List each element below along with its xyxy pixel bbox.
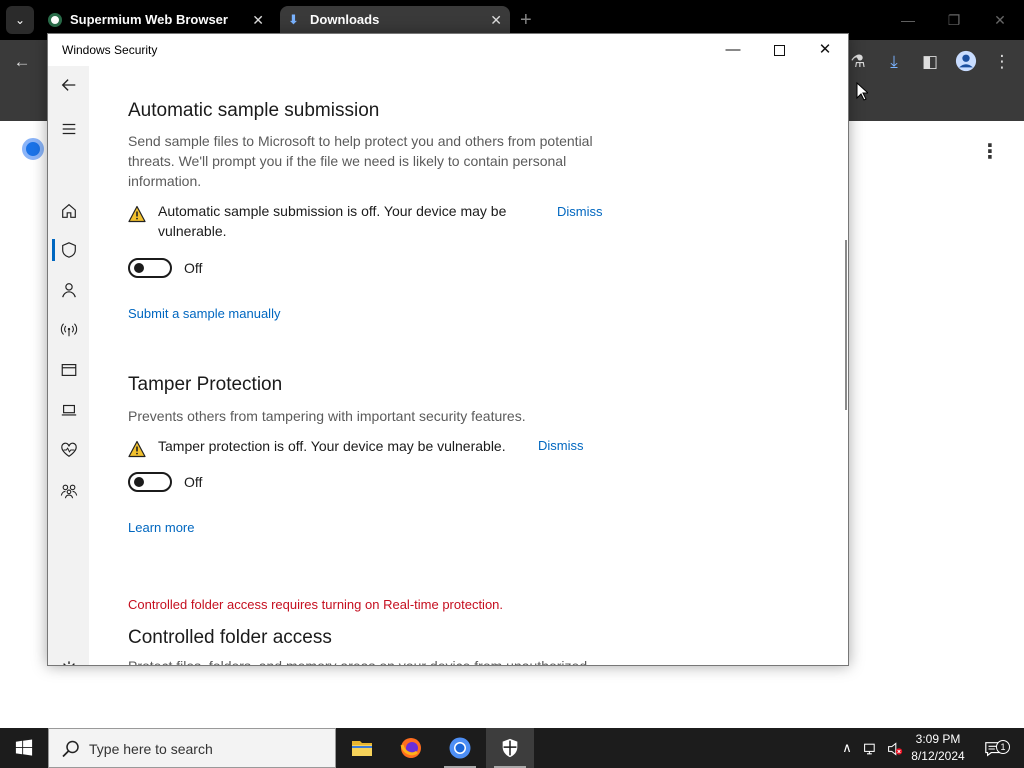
tab-label: Supermium Web Browser (70, 12, 228, 27)
labs-flask-icon[interactable]: ⚗ (846, 50, 870, 74)
browser-close-button[interactable]: ✕ (980, 6, 1020, 34)
section-description: Protect files, folders, and memory areas… (128, 658, 588, 666)
shield-icon[interactable] (48, 233, 89, 267)
notification-center-icon[interactable]: 1 (978, 728, 1010, 768)
person-icon[interactable] (48, 273, 89, 307)
back-icon[interactable]: ← (10, 50, 34, 74)
tab-close-icon[interactable]: ✕ (252, 6, 264, 34)
family-icon[interactable] (48, 474, 89, 508)
home-icon[interactable] (48, 194, 89, 228)
browser-logo-icon (48, 13, 62, 27)
mouse-cursor-icon (856, 82, 868, 101)
sample-submission-toggle[interactable] (128, 258, 172, 278)
download-icon[interactable]: ⤓ (882, 50, 906, 74)
tab-search-button[interactable]: ⌄ (6, 6, 34, 34)
browser-restore-button[interactable]: ❐ (934, 6, 974, 34)
toggle-knob (134, 263, 144, 273)
chromium-logo-icon (22, 138, 44, 160)
clock[interactable]: 3:09 PM 8/12/2024 (906, 731, 970, 765)
clock-date: 8/12/2024 (911, 749, 965, 763)
toggle-state-label: Off (184, 474, 203, 490)
toggle-knob (134, 477, 144, 487)
app-browser-icon[interactable] (48, 353, 89, 387)
taskbar-search[interactable]: Type here to search (48, 728, 336, 768)
profile-avatar-icon[interactable] (954, 50, 978, 74)
tab-downloads[interactable]: ⬇ Downloads ✕ (280, 6, 510, 34)
section-description: Send sample files to Microsoft to help p… (128, 133, 593, 189)
tab-label: Downloads (310, 12, 380, 27)
section-title: Tamper Protection (128, 374, 283, 395)
nav-rail (48, 66, 89, 665)
submit-sample-link[interactable]: Submit a sample manually (128, 306, 280, 321)
page-more-menu-icon[interactable]: ⋮ (980, 139, 1000, 164)
learn-more-link[interactable]: Learn more (128, 520, 194, 535)
volume-muted-icon[interactable] (884, 728, 906, 768)
gear-icon[interactable] (48, 652, 89, 665)
section-description: Prevents others from tampering with impo… (128, 408, 526, 424)
close-button[interactable]: ✕ (802, 34, 848, 66)
tab-supermium[interactable]: Supermium Web Browser ✕ (40, 6, 272, 34)
section-title: Controlled folder access (128, 627, 332, 648)
warning-icon (128, 440, 146, 458)
notification-count-badge: 1 (996, 740, 1010, 754)
download-icon: ⬇ (288, 12, 299, 27)
firefox-icon[interactable] (387, 728, 435, 768)
network-icon[interactable] (860, 728, 882, 768)
scrollbar[interactable] (845, 240, 847, 410)
file-explorer-icon[interactable] (338, 728, 386, 768)
clock-time: 3:09 PM (915, 732, 961, 746)
browser-minimize-button[interactable]: — (888, 6, 928, 34)
section-title: Automatic sample submission (128, 100, 380, 121)
warning-text: Tamper protection is off. Your device ma… (158, 438, 506, 454)
start-button[interactable] (0, 728, 48, 768)
warning-message: Tamper protection is off. Your device ma… (128, 436, 548, 458)
windows-security-icon[interactable] (486, 728, 534, 768)
dismiss-link[interactable]: Dismiss (557, 204, 603, 219)
hamburger-menu-icon[interactable] (48, 112, 89, 146)
search-icon (62, 740, 79, 758)
chromium-icon[interactable] (436, 728, 484, 768)
laptop-icon[interactable] (48, 393, 89, 427)
side-panel-icon[interactable]: ◧ (918, 50, 942, 74)
health-heart-icon[interactable] (48, 433, 89, 467)
title-bar: Windows Security — ✕ (48, 34, 848, 66)
wireless-icon[interactable] (48, 313, 89, 347)
new-tab-button[interactable]: + (520, 6, 532, 34)
warning-icon (128, 205, 146, 223)
realtime-protection-error: Controlled folder access requires turnin… (128, 597, 504, 612)
tamper-protection-toggle[interactable] (128, 472, 172, 492)
tab-close-icon[interactable]: ✕ (490, 6, 502, 34)
window-title: Windows Security (62, 43, 158, 57)
tray-chevron-icon[interactable]: ∧ (836, 728, 858, 768)
warning-text: Automatic sample submission is off. Your… (158, 203, 507, 239)
warning-message: Automatic sample submission is off. Your… (128, 201, 608, 245)
minimize-button[interactable]: — (710, 34, 756, 66)
settings-content: Automatic sample submission Send sample … (128, 66, 828, 666)
taskbar: Type here to search ∧ 3:09 PM 8/12/2024 … (0, 728, 1024, 768)
search-placeholder: Type here to search (89, 741, 213, 757)
dismiss-link[interactable]: Dismiss (538, 438, 584, 453)
back-arrow-icon[interactable] (48, 68, 89, 102)
toggle-state-label: Off (184, 260, 203, 276)
maximize-button[interactable] (756, 34, 802, 66)
windows-logo-icon (15, 739, 33, 756)
windows-security-window: Windows Security — ✕ Automatic sample su… (47, 33, 849, 666)
browser-menu-icon[interactable]: ⋮ (990, 50, 1014, 74)
